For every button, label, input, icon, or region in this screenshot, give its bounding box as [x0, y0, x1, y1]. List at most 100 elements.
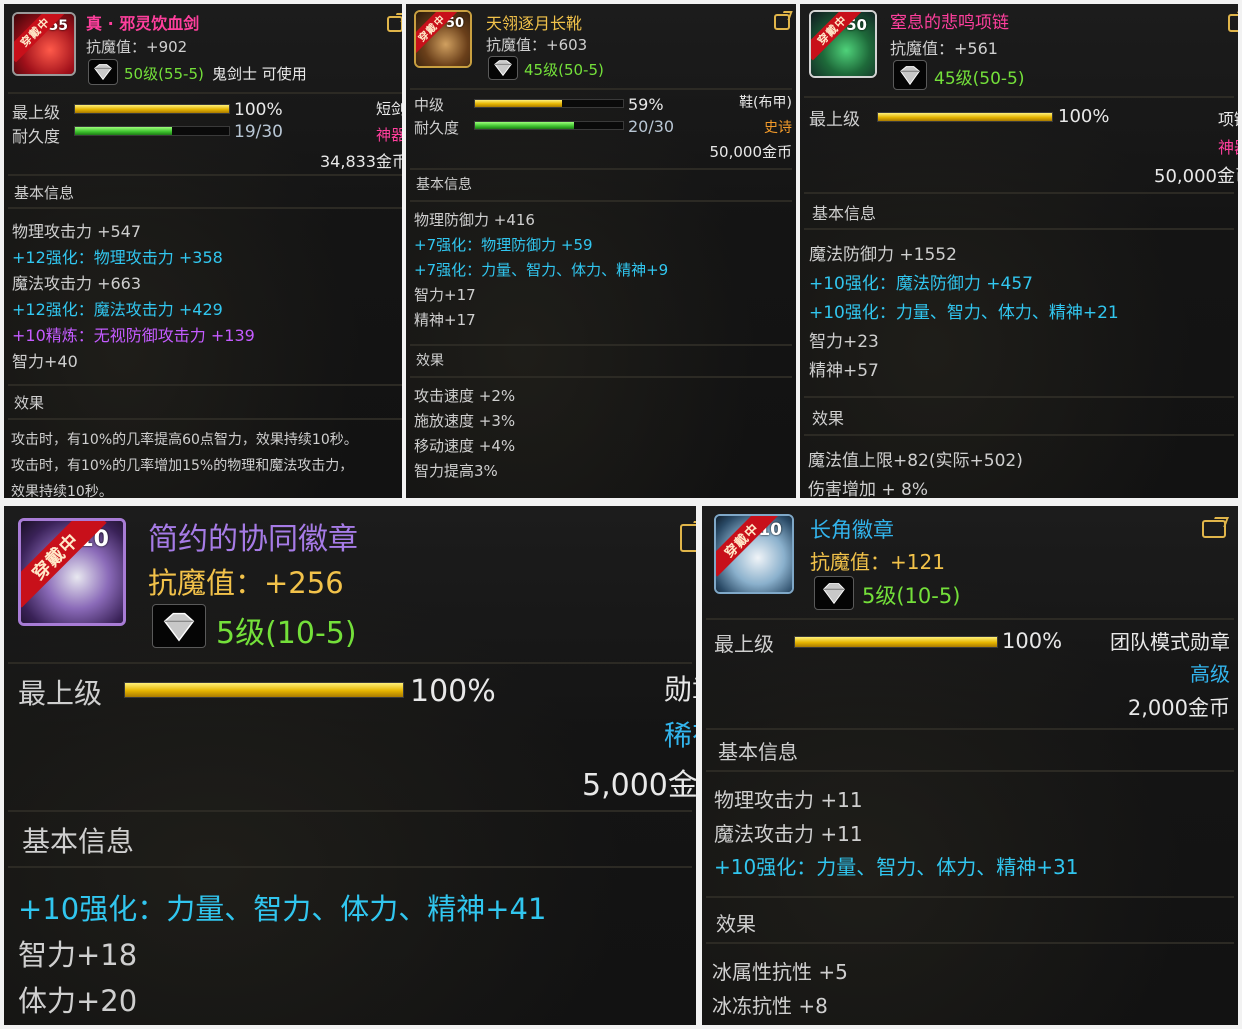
durability-bar: [474, 121, 624, 130]
effect-title: 效果: [14, 394, 45, 412]
durability-value: 19/30: [234, 122, 283, 142]
share-icon[interactable]: [1202, 520, 1226, 538]
item-card-badge-large: 10 穿戴中 简约的协同徽章 抗魔值：+256 5级(10-5) 最上级 100…: [4, 506, 696, 1025]
item-name: 长角徽章: [810, 518, 894, 542]
divider: [8, 384, 402, 386]
necklace-item-icon[interactable]: 50 穿戴中: [809, 10, 877, 78]
divider: [706, 770, 1234, 772]
magic-resist: 抗魔值：+561: [890, 39, 998, 58]
divider: [706, 728, 1234, 730]
effect-line: 冰属性抗性 +5: [712, 960, 848, 984]
item-type: 勋章: [664, 673, 696, 706]
share-icon[interactable]: [774, 14, 790, 30]
divider: [706, 896, 1234, 898]
boots-item-icon[interactable]: 50 穿戴中: [414, 10, 472, 68]
basic-info-title: 基本信息: [718, 740, 798, 764]
magic-resist: 抗魔值：+603: [486, 36, 588, 54]
horn-badge-item-icon[interactable]: 10 穿戴中: [714, 514, 794, 594]
item-card-necklace: 50 穿戴中 窒息的悲鸣项链 抗魔值：+561 45级(50-5) 最上级 10…: [800, 4, 1238, 498]
item-price: 50,000金币: [1154, 166, 1238, 187]
item-price: 34,833金币: [320, 152, 402, 171]
share-icon[interactable]: [680, 524, 696, 552]
divider: [410, 200, 792, 202]
gem-level: 5级(10-5): [862, 584, 961, 608]
stat-line: 物理攻击力 +547: [12, 222, 142, 241]
item-price: 2,000金币: [1127, 696, 1230, 720]
durability-bar-fill: [475, 122, 575, 129]
grade-label: 中级: [414, 96, 445, 114]
stat-line: +10精炼：无视防御攻击力 +139: [12, 326, 255, 345]
grade-percent: 100%: [1058, 106, 1110, 127]
share-icon[interactable]: [387, 16, 402, 32]
grade-bar-fill: [795, 637, 997, 647]
item-card-horn-badge: 10 穿戴中 长角徽章 抗魔值：+121 5级(10-5) 最上级 100% 团…: [702, 506, 1238, 1025]
gem-level: 50级(55-5): [124, 65, 204, 83]
effect-line: 移动速度 +4%: [414, 437, 516, 455]
sword-item-icon[interactable]: 55 穿戴中: [12, 12, 76, 76]
item-name: 简约的协同徽章: [148, 522, 358, 557]
stat-line: 智力+23: [809, 332, 879, 352]
stat-line: 智力+17: [414, 286, 476, 304]
gem-icon: [88, 59, 118, 85]
grade-bar: [877, 112, 1053, 122]
grade-bar-fill: [475, 100, 563, 107]
divider: [804, 434, 1234, 436]
item-price: 5,000金币: [582, 768, 696, 803]
item-rarity: 史诗: [764, 120, 792, 136]
divider: [410, 376, 792, 378]
stat-line: 精神+57: [809, 361, 879, 381]
stat-line: 物理攻击力 +11: [714, 788, 863, 812]
item-type: 短剑: [376, 100, 402, 118]
item-card-boots: 50 穿戴中 天翎逐月长靴 抗魔值：+603 45级(50-5) 中级 59% …: [406, 4, 796, 498]
effect-line: 攻击速度 +2%: [414, 387, 516, 405]
class-requirement: 鬼剑士 可使用: [212, 65, 307, 83]
grade-bar: [474, 99, 624, 108]
item-type: 项链: [1218, 110, 1238, 129]
effect-line: 伤害增加 + 8%: [808, 480, 929, 498]
divider: [804, 96, 1234, 98]
grade-percent: 100%: [1002, 629, 1063, 653]
grade-bar-fill: [75, 105, 229, 113]
grade-bar-fill: [878, 113, 1052, 121]
effect-line: 效果持续10秒。: [11, 484, 113, 498]
stat-line: 魔法攻击力 +663: [12, 274, 142, 293]
magic-resist: 抗魔值：+121: [810, 550, 945, 574]
effect-line: 冰冻抗性 +8: [712, 994, 828, 1018]
gem-icon: [152, 604, 206, 648]
stat-line: +10强化：力量、智力、体力、精神+21: [809, 303, 1119, 323]
basic-info-title: 基本信息: [14, 184, 75, 202]
item-name: 真 · 邪灵饮血剑: [86, 14, 200, 33]
grade-bar-fill: [125, 683, 403, 697]
basic-info-title: 基本信息: [812, 204, 877, 223]
effect-line: 魔法值上限+82(实际+502): [808, 451, 1023, 471]
item-rarity: 神器: [1218, 138, 1238, 157]
grade-label: 最上级: [12, 103, 61, 122]
stat-line: +7强化：力量、智力、体力、精神+9: [414, 261, 669, 279]
grade-bar: [124, 682, 404, 698]
item-rarity: 高级: [1190, 662, 1230, 686]
share-icon[interactable]: [1228, 14, 1238, 32]
item-rarity: 稀有: [664, 719, 696, 752]
grade-label: 最上级: [18, 677, 103, 710]
durability-bar: [74, 126, 230, 136]
divider: [8, 418, 402, 420]
item-rarity: 神器: [376, 126, 402, 144]
effect-title: 效果: [416, 353, 444, 369]
effect-line: 攻击时，有10%的几率提高60点智力，效果持续10秒。: [11, 432, 358, 448]
stat-line: +10强化：力量、智力、体力、精神+31: [714, 855, 1079, 879]
stat-line: 魔法防御力 +1552: [809, 245, 957, 265]
stat-line: +12强化：物理攻击力 +358: [12, 248, 223, 267]
stat-line: 体力+20: [18, 984, 138, 1018]
divider: [8, 92, 402, 94]
item-name: 天翎逐月长靴: [486, 14, 583, 33]
durability-bar-fill: [75, 127, 173, 135]
durability-value: 20/30: [628, 117, 675, 136]
divider: [410, 344, 792, 346]
grade-percent: 100%: [410, 674, 496, 709]
gem-icon: [814, 576, 854, 610]
divider: [706, 942, 1234, 944]
magic-resist: 抗魔值：+902: [86, 38, 188, 56]
gem-level: 45级(50-5): [934, 69, 1025, 89]
divider: [804, 192, 1234, 194]
badge-item-icon[interactable]: 10 穿戴中: [18, 518, 126, 626]
